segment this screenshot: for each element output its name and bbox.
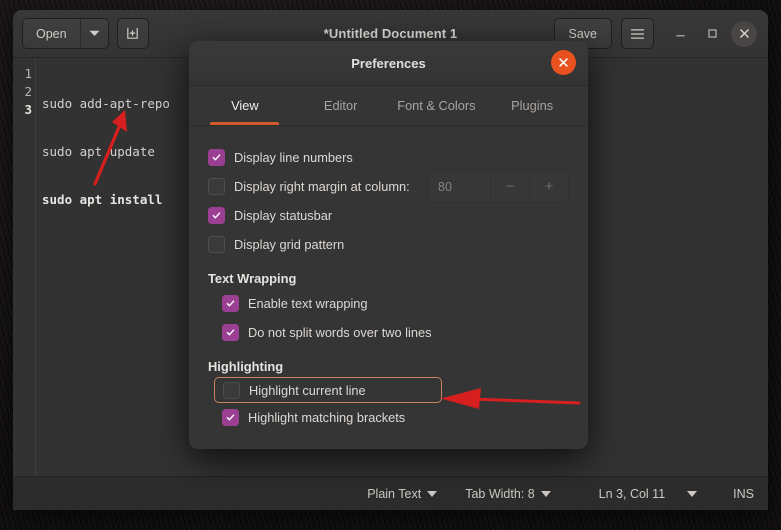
right-margin-increment-button[interactable]: +	[529, 172, 568, 202]
option-do-not-split-words[interactable]: Do not split words over two lines	[208, 318, 569, 347]
preferences-title-bar: Preferences	[189, 41, 588, 86]
label-display-line-numbers: Display line numbers	[234, 150, 353, 165]
open-button[interactable]: Open	[23, 19, 80, 48]
option-display-grid-pattern[interactable]: Display grid pattern	[208, 230, 569, 259]
checkbox-highlight-matching-brackets[interactable]	[222, 409, 239, 426]
close-icon	[558, 57, 569, 68]
chevron-down-icon	[541, 491, 551, 497]
option-display-statusbar[interactable]: Display statusbar	[208, 201, 569, 230]
checkmark-icon	[212, 153, 221, 162]
line-number: 2	[13, 83, 35, 101]
checkmark-icon	[226, 413, 235, 422]
label-display-right-margin: Display right margin at column:	[234, 179, 410, 194]
statusbar-extra-dropdown[interactable]	[673, 491, 711, 497]
cursor-position: Ln 3, Col 11	[565, 487, 673, 501]
chevron-down-icon	[427, 491, 437, 497]
option-display-line-numbers[interactable]: Display line numbers	[208, 143, 569, 172]
tab-font-and-colors[interactable]: Font & Colors	[389, 86, 485, 125]
minimize-button[interactable]	[665, 19, 695, 49]
option-highlight-matching-brackets[interactable]: Highlight matching brackets	[208, 403, 569, 432]
label-highlight-matching-brackets: Highlight matching brackets	[248, 410, 405, 425]
line-number: 1	[13, 65, 35, 83]
cursor-position-label: Ln 3, Col 11	[599, 487, 665, 501]
hamburger-menu-button[interactable]	[621, 18, 654, 49]
checkbox-display-right-margin[interactable]	[208, 178, 225, 195]
checkbox-display-line-numbers[interactable]	[208, 149, 225, 166]
tab-plugins[interactable]: Plugins	[484, 86, 580, 125]
checkmark-icon	[226, 328, 235, 337]
maximize-button[interactable]	[697, 19, 727, 49]
tab-width-label: Tab Width: 8	[465, 487, 534, 501]
checkbox-display-grid-pattern[interactable]	[208, 236, 225, 253]
chevron-down-icon	[89, 30, 100, 37]
tab-view[interactable]: View	[197, 86, 293, 125]
option-highlight-current-line[interactable]: Highlight current line	[214, 377, 442, 403]
option-display-right-margin[interactable]: Display right margin at column: 80 − +	[208, 172, 569, 201]
insert-mode-label: INS	[711, 487, 754, 501]
chevron-down-icon	[687, 491, 697, 497]
checkmark-icon	[226, 299, 235, 308]
close-button-circle	[731, 21, 757, 47]
preferences-dialog: Preferences View Editor Font & Colors Pl…	[189, 41, 588, 449]
new-document-icon	[125, 26, 140, 41]
preferences-close-button[interactable]	[551, 50, 576, 75]
preferences-view-panel: Display line numbers Display right margi…	[189, 126, 588, 449]
checkbox-do-not-split-words[interactable]	[222, 324, 239, 341]
checkbox-highlight-current-line[interactable]	[223, 382, 240, 399]
label-highlight-current-line: Highlight current line	[249, 383, 366, 398]
close-icon	[739, 28, 750, 39]
right-margin-value[interactable]: 80	[429, 172, 490, 202]
language-label: Plain Text	[367, 487, 421, 501]
label-display-statusbar: Display statusbar	[234, 208, 332, 223]
line-number-current: 3	[13, 101, 35, 119]
right-margin-spinbutton[interactable]: 80 − +	[428, 171, 569, 203]
heading-text-wrapping: Text Wrapping	[208, 271, 569, 286]
preferences-title: Preferences	[351, 56, 425, 71]
line-number-gutter: 1 2 3	[13, 58, 36, 476]
label-do-not-split-words: Do not split words over two lines	[248, 325, 432, 340]
language-selector[interactable]: Plain Text	[353, 487, 451, 501]
open-button-group[interactable]: Open	[22, 18, 109, 49]
preferences-tab-bar: View Editor Font & Colors Plugins	[189, 86, 588, 126]
option-enable-text-wrapping[interactable]: Enable text wrapping	[208, 289, 569, 318]
checkmark-icon	[212, 211, 221, 220]
right-margin-decrement-button[interactable]: −	[490, 172, 529, 202]
checkbox-enable-text-wrapping[interactable]	[222, 295, 239, 312]
label-enable-text-wrapping: Enable text wrapping	[248, 296, 368, 311]
tab-width-selector[interactable]: Tab Width: 8	[451, 487, 564, 501]
close-window-button[interactable]	[729, 19, 759, 49]
checkbox-display-statusbar[interactable]	[208, 207, 225, 224]
maximize-icon	[706, 27, 719, 40]
label-display-grid-pattern: Display grid pattern	[234, 237, 344, 252]
hamburger-menu-icon	[630, 28, 645, 40]
header-left-controls: Open	[22, 18, 149, 49]
tab-editor[interactable]: Editor	[293, 86, 389, 125]
open-dropdown-button[interactable]	[80, 19, 108, 48]
minimize-icon	[674, 27, 687, 40]
heading-highlighting: Highlighting	[208, 359, 569, 374]
status-bar: Plain Text Tab Width: 8 Ln 3, Col 11 INS	[13, 476, 768, 510]
new-document-button[interactable]	[117, 18, 149, 49]
